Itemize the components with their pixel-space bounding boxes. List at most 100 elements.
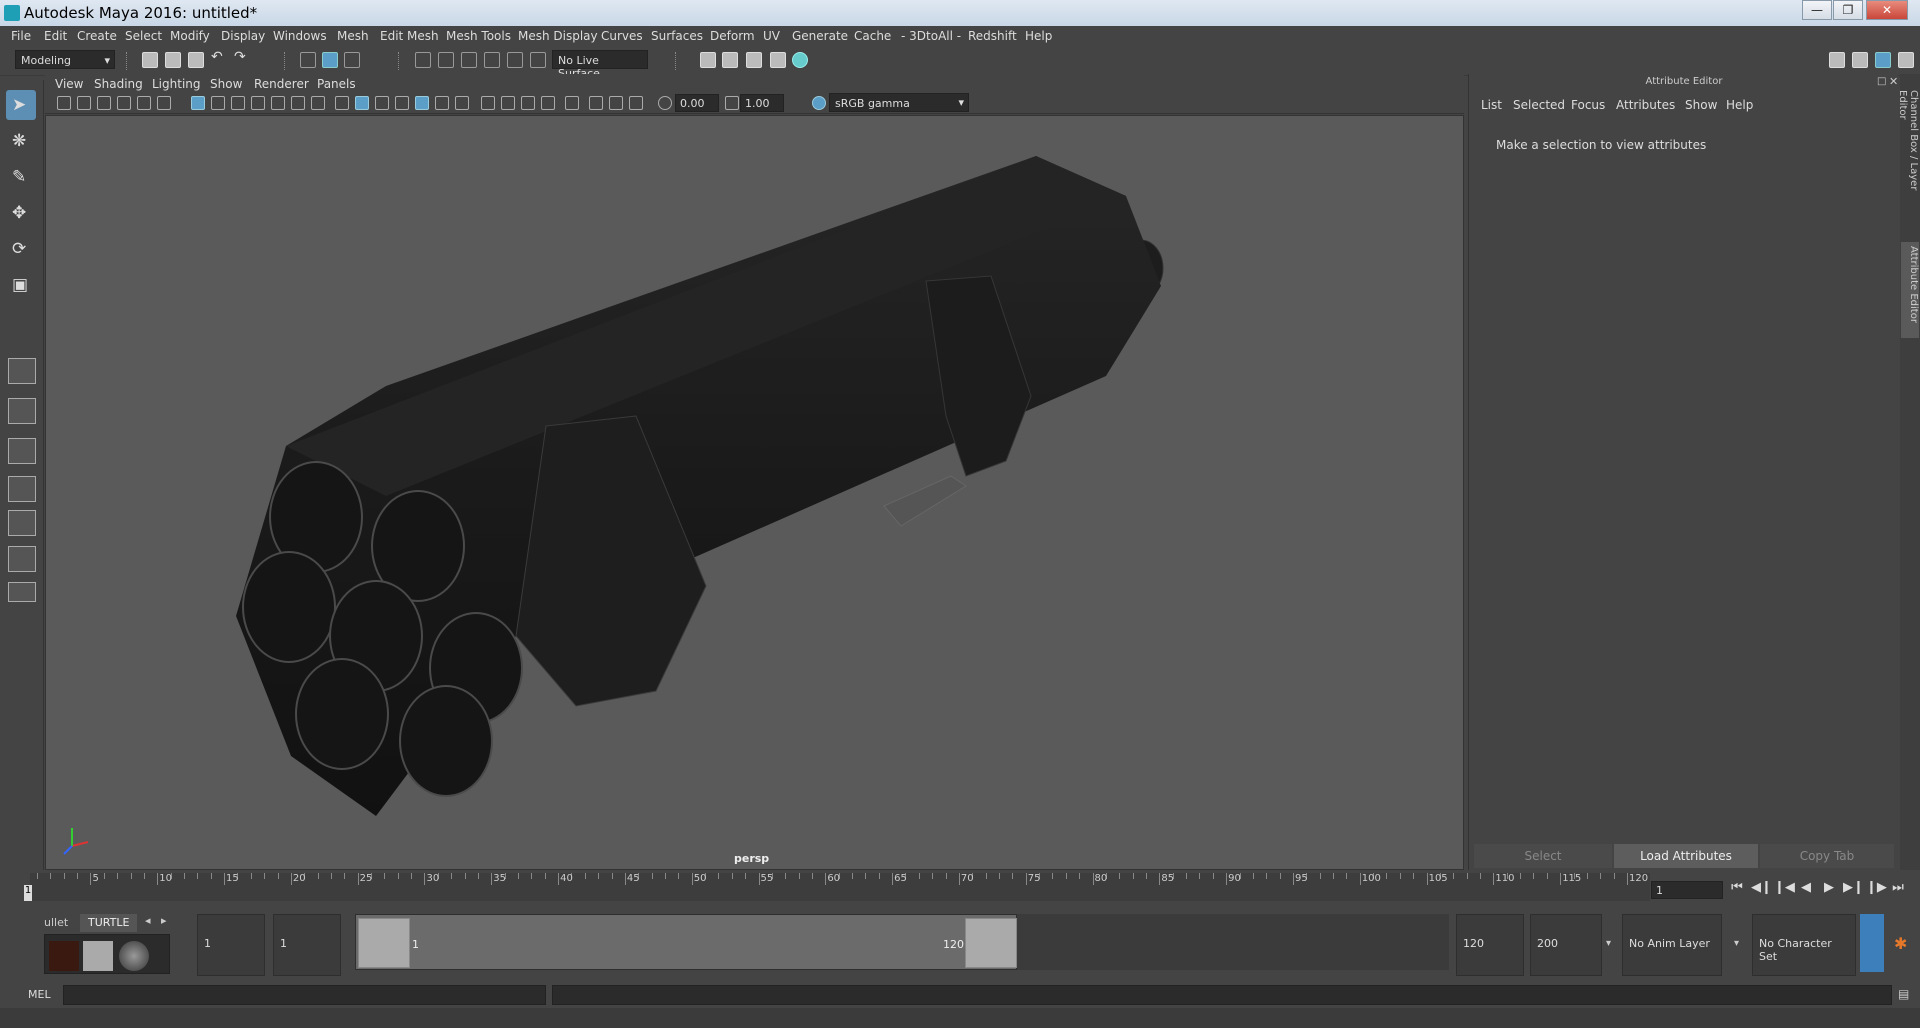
save-scene-icon[interactable] — [188, 52, 204, 68]
menu-surfaces[interactable]: Surfaces — [651, 29, 703, 43]
copy-tab-button[interactable]: Copy Tab — [1760, 844, 1894, 868]
animation-start-field[interactable]: 1 — [197, 914, 265, 976]
layout-options-button[interactable] — [8, 582, 36, 602]
menu-display[interactable]: Display — [221, 29, 265, 43]
play-forwards-icon[interactable]: ▶ — [1820, 880, 1838, 898]
scale-tool-button[interactable]: ▣ — [6, 270, 36, 300]
turtle-render-icon[interactable] — [49, 941, 79, 971]
channel-box-tab[interactable]: Channel Box / Layer Editor — [1897, 86, 1919, 226]
isolate-select-icon[interactable] — [565, 96, 579, 110]
menu-uv[interactable]: UV — [763, 29, 780, 43]
menu-deform[interactable]: Deform — [710, 29, 755, 43]
restore-button[interactable]: ❐ — [1833, 0, 1863, 20]
bookmark-icon[interactable] — [97, 96, 111, 110]
character-set-dropdown[interactable]: No Character Set — [1752, 914, 1856, 976]
screen-space-ao-icon[interactable] — [481, 96, 495, 110]
make-live-icon[interactable] — [530, 52, 546, 68]
layer-editor-icon[interactable] — [1898, 52, 1914, 68]
minimize-button[interactable]: — — [1802, 0, 1832, 20]
menu-help[interactable]: Help — [1025, 29, 1052, 43]
current-frame-field[interactable]: 1 — [1651, 881, 1723, 899]
script-editor-icon[interactable]: ▤ — [1898, 987, 1909, 1001]
panel-menu-shading[interactable]: Shading — [94, 77, 143, 91]
render-current-icon[interactable] — [722, 52, 738, 68]
go-to-start-icon[interactable]: ⏮ — [1728, 880, 1746, 898]
menu-mesh-display[interactable]: Mesh Display — [518, 29, 598, 43]
attribute-editor-toggle-icon[interactable] — [1852, 52, 1868, 68]
color-management-icon[interactable] — [812, 96, 826, 110]
select-component-icon[interactable] — [344, 52, 360, 68]
playback-start-field[interactable]: 1 — [273, 914, 341, 976]
step-forward-key-icon[interactable]: ▶❙ — [1843, 880, 1864, 898]
snap-grid-icon[interactable] — [415, 52, 431, 68]
shelf-tab-bullet[interactable]: ullet — [36, 914, 76, 932]
shelf-scroll-left-icon[interactable]: ◂ — [145, 914, 151, 927]
shadows-icon[interactable] — [455, 96, 469, 110]
safe-title-icon[interactable] — [311, 96, 325, 110]
image-plane-icon[interactable] — [117, 96, 131, 110]
float-panel-icon[interactable]: □ — [1877, 76, 1886, 87]
playback-end-field[interactable]: 120 — [1456, 914, 1524, 976]
attr-menu-attributes[interactable]: Attributes — [1616, 98, 1675, 112]
snap-view-plane-icon[interactable] — [484, 52, 500, 68]
range-slider-track[interactable] — [355, 914, 1017, 970]
field-chart-icon[interactable] — [271, 96, 285, 110]
menu-3dtoall[interactable]: - 3DtoAll - — [901, 29, 961, 43]
load-attributes-button[interactable]: Load Attributes — [1614, 844, 1758, 868]
xray-joints-icon[interactable] — [589, 96, 603, 110]
anti-aliasing-icon[interactable] — [521, 96, 535, 110]
xray-components-icon[interactable] — [609, 96, 623, 110]
panel-menu-renderer[interactable]: Renderer — [254, 77, 309, 91]
film-gate-icon[interactable] — [211, 96, 225, 110]
panel-menu-lighting[interactable]: Lighting — [152, 77, 201, 91]
menu-edit-mesh[interactable]: Edit Mesh — [380, 29, 439, 43]
menu-create[interactable]: Create — [77, 29, 117, 43]
time-slider[interactable]: 5 10 15 20 25 30 35 40 45 50 55 60 65 70 75 80 85 90 95 100… — [30, 873, 1650, 901]
grid-icon[interactable] — [191, 96, 205, 110]
menuset-dropdown[interactable]: Modeling ▾ — [15, 50, 115, 69]
snap-surface-icon[interactable] — [507, 52, 523, 68]
auto-key-button[interactable] — [1860, 914, 1884, 972]
hypershade-icon[interactable] — [792, 52, 808, 68]
select-object-icon[interactable] — [322, 52, 338, 68]
shelf-tab-turtle[interactable]: TURTLE — [80, 914, 138, 932]
gamma-field[interactable]: 1.00 — [740, 94, 784, 112]
menu-curves[interactable]: Curves — [601, 29, 643, 43]
rotate-tool-button[interactable]: ⟳ — [6, 234, 36, 264]
panel-menu-show[interactable]: Show — [210, 77, 242, 91]
single-perspective-layout-button[interactable] — [8, 358, 36, 384]
play-backwards-icon[interactable]: ◀ — [1797, 880, 1815, 898]
menu-file[interactable]: File — [11, 29, 31, 43]
attr-menu-show[interactable]: Show — [1685, 98, 1717, 112]
menu-windows[interactable]: Windows — [273, 29, 327, 43]
two-d-pan-icon[interactable] — [137, 96, 151, 110]
animation-preferences-icon[interactable]: ✱ — [1894, 934, 1907, 953]
live-surface-field[interactable]: No Live Surface — [552, 50, 648, 80]
shelf-scroll-right-icon[interactable]: ▸ — [161, 914, 167, 927]
attr-menu-help[interactable]: Help — [1726, 98, 1753, 112]
textured-icon[interactable] — [415, 96, 429, 110]
close-panel-icon[interactable]: ✕ — [1889, 75, 1898, 88]
open-scene-icon[interactable] — [165, 52, 181, 68]
exposure-icon[interactable] — [658, 96, 672, 110]
menu-mesh-tools[interactable]: Mesh Tools — [446, 29, 511, 43]
four-view-layout-button[interactable] — [8, 398, 36, 424]
select-tool-button[interactable]: ➤ — [6, 90, 36, 120]
animation-end-field[interactable]: 200 — [1530, 914, 1602, 976]
menu-mesh[interactable]: Mesh — [337, 29, 369, 43]
exposure-field[interactable]: 0.00 — [675, 94, 719, 112]
lasso-tool-button[interactable]: ❋ — [6, 126, 36, 156]
mel-input[interactable] — [63, 985, 546, 1005]
depth-of-field-icon[interactable] — [541, 96, 555, 110]
step-forward-frame-icon[interactable]: ❙▶ — [1866, 880, 1887, 898]
view-transform-dropdown[interactable]: sRGB gamma ▾ — [829, 93, 969, 112]
safe-action-icon[interactable] — [291, 96, 305, 110]
move-tool-button[interactable]: ✥ — [6, 198, 36, 228]
persp-outliner-layout-button[interactable] — [8, 438, 36, 464]
motion-blur-icon[interactable] — [501, 96, 515, 110]
step-back-frame-icon[interactable]: ◀❙ — [1751, 880, 1772, 898]
menu-cache[interactable]: Cache — [854, 29, 891, 43]
render-settings-icon[interactable] — [770, 52, 786, 68]
persp-graph-layout-button[interactable] — [8, 476, 36, 502]
attribute-editor-tab[interactable]: Attribute Editor — [1901, 242, 1919, 338]
